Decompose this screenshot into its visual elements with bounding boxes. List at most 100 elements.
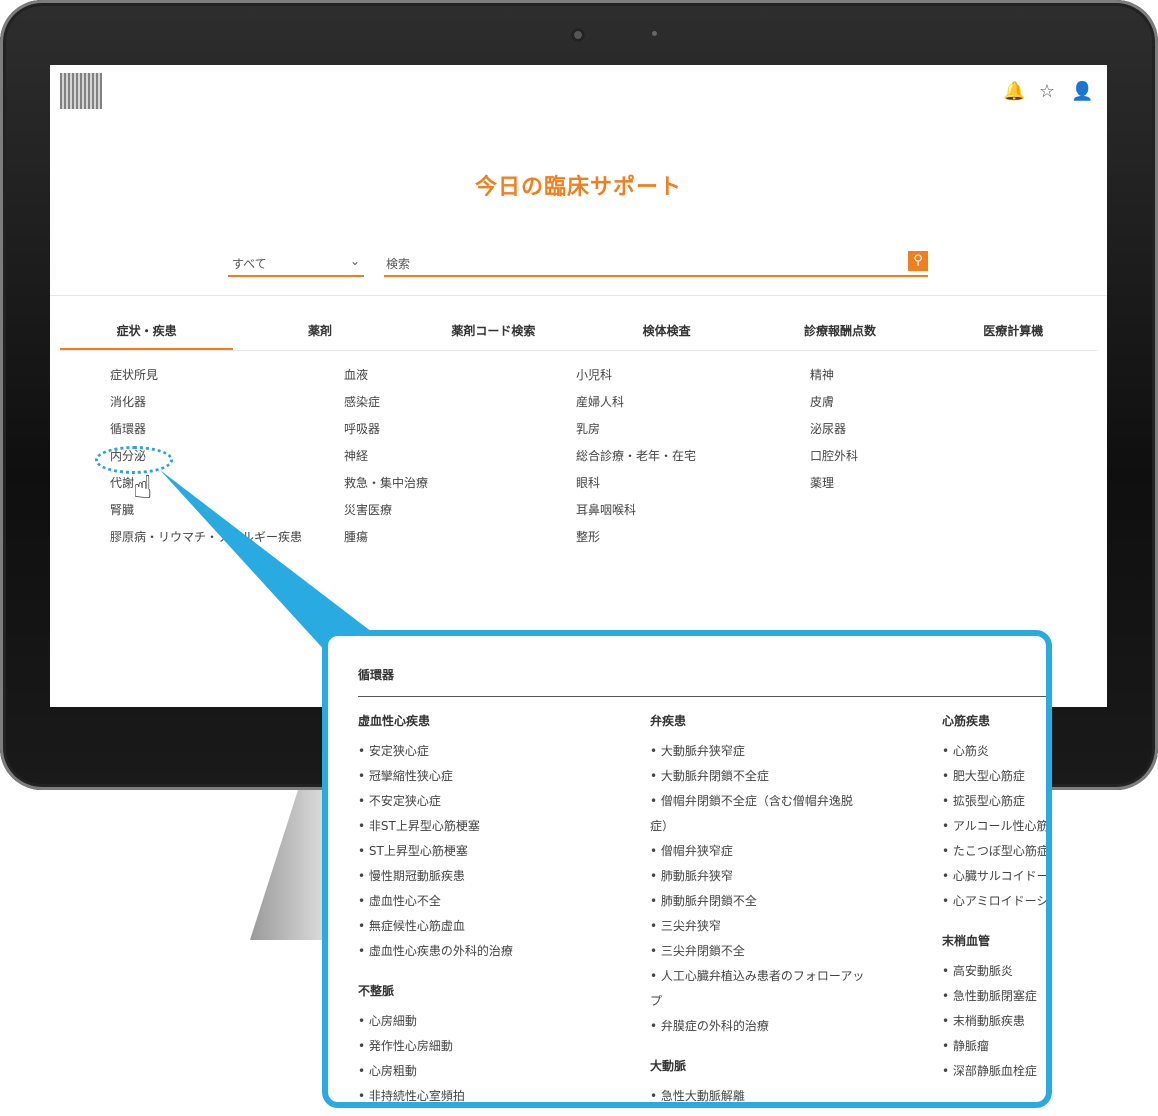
logo-icon[interactable]: [60, 73, 102, 109]
category-link[interactable]: 総合診療・老年・在宅: [576, 448, 806, 475]
category-link[interactable]: 循環器: [110, 421, 340, 448]
callout-column-3: 心筋疾患 • 心筋炎 • 肥大型心筋症 • 拡張型心筋症 • アルコール性心筋症…: [942, 712, 1046, 1084]
list-item[interactable]: • 末梢動脈疾患: [942, 1009, 1046, 1034]
tab-symptoms-diseases[interactable]: 症状・疾患: [60, 320, 234, 350]
category-link[interactable]: 災害医療: [344, 502, 574, 529]
app-title: 今日の臨床サポート: [474, 175, 682, 200]
tab-lab-tests[interactable]: 検体検査: [580, 320, 753, 350]
sensor-dot: [652, 31, 657, 36]
scope-selected-label: すべて: [232, 257, 267, 271]
category-link[interactable]: 整形: [576, 529, 806, 556]
section-heading: 心筋疾患: [942, 714, 991, 728]
chevron-down-icon: ⌄: [349, 254, 360, 268]
search-button[interactable]: ⚲: [908, 251, 928, 271]
category-column-4: 精神 皮膚 泌尿器 口腔外科 薬理: [810, 367, 1040, 502]
list-item[interactable]: • 心筋炎: [942, 739, 1046, 764]
category-link[interactable]: 泌尿器: [810, 421, 1040, 448]
section-heading: 弁疾患: [650, 714, 687, 728]
list-item[interactable]: • 心房細動: [358, 1009, 513, 1034]
star-icon[interactable]: ☆: [1037, 81, 1057, 102]
list-item[interactable]: • 非ST上昇型心筋梗塞: [358, 814, 513, 839]
scope-select[interactable]: すべて ⌄: [228, 251, 364, 277]
list-item[interactable]: • 心房粗動: [358, 1059, 513, 1084]
app-screen: 🔔 ☆ 👤 今日の臨床サポート すべて ⌄ 検索 ⚲ 症状・疾患 薬剤 薬剤コー…: [50, 65, 1107, 707]
category-link[interactable]: 精神: [810, 367, 1040, 394]
user-icon[interactable]: 👤: [1071, 81, 1093, 102]
search-input[interactable]: 検索 ⚲: [384, 251, 928, 277]
divider: [358, 696, 1046, 697]
list-item[interactable]: • 安定狭心症: [358, 739, 513, 764]
list-item[interactable]: • 肺動脈弁狭窄: [650, 864, 870, 889]
list-item[interactable]: • 肺動脈弁閉鎖不全: [650, 889, 870, 914]
list-item[interactable]: • 心臓サルコイドーシス: [942, 864, 1046, 889]
category-link[interactable]: 症状所見: [110, 367, 340, 394]
tab-drugs[interactable]: 薬剤: [233, 320, 406, 350]
list-item[interactable]: • 虚血性心疾患の外科的治療: [358, 939, 513, 964]
list-item[interactable]: • 僧帽弁狭窄症: [650, 839, 870, 864]
category-link[interactable]: 神経: [344, 448, 574, 475]
list-item[interactable]: • 冠攣縮性狭心症: [358, 764, 513, 789]
category-link[interactable]: 腎臓: [110, 502, 340, 529]
hand-cursor-icon: ☝: [133, 468, 153, 506]
section-heading: 虚血性心疾患: [358, 714, 431, 728]
list-item[interactable]: • ST上昇型心筋梗塞: [358, 839, 513, 864]
category-link[interactable]: 産婦人科: [576, 394, 806, 421]
list-item[interactable]: • たこつぼ型心筋症: [942, 839, 1046, 864]
list-item[interactable]: • 三尖弁狭窄: [650, 914, 870, 939]
list-item[interactable]: • 弁膜症の外科的治療: [650, 1014, 870, 1039]
category-link[interactable]: 感染症: [344, 394, 574, 421]
search-bar: すべて ⌄ 検索 ⚲: [228, 251, 928, 277]
category-link[interactable]: 乳房: [576, 421, 806, 448]
list-item[interactable]: • 高安動脈炎: [942, 959, 1046, 984]
list-item[interactable]: • 深部静脈血栓症: [942, 1059, 1046, 1084]
tab-drug-code-search[interactable]: 薬剤コード検索: [407, 320, 580, 350]
category-link[interactable]: 血液: [344, 367, 574, 394]
list-item[interactable]: • 拡張型心筋症: [942, 789, 1046, 814]
search-placeholder: 検索: [386, 257, 411, 271]
list-item[interactable]: • アルコール性心筋症: [942, 814, 1046, 839]
list-item[interactable]: • 大動脈弁閉鎖不全症: [650, 764, 870, 789]
category-link[interactable]: 眼科: [576, 475, 806, 502]
category-link[interactable]: 救急・集中治療: [344, 475, 574, 502]
category-link[interactable]: 口腔外科: [810, 448, 1040, 475]
list-item[interactable]: • 三尖弁閉鎖不全: [650, 939, 870, 964]
tab-bar: 症状・疾患 薬剤 薬剤コード検索 検体検査 診療報酬点数 医療計算機: [60, 320, 1100, 350]
tab-medical-calculator[interactable]: 医療計算機: [927, 320, 1100, 350]
category-link[interactable]: 消化器: [110, 394, 340, 421]
category-link[interactable]: 耳鼻咽喉科: [576, 502, 806, 529]
category-link[interactable]: 皮膚: [810, 394, 1040, 421]
callout-content: 循環器 虚血性心疾患 • 安定狭心症 • 冠攣縮性狭心症 • 不安定狭心症 • …: [358, 666, 1046, 1102]
list-item[interactable]: • 肥大型心筋症: [942, 764, 1046, 789]
list-item[interactable]: • 人工心臓弁植込み患者のフォローアップ: [650, 964, 870, 1014]
list-item[interactable]: • 急性動脈閉塞症: [942, 984, 1046, 1009]
list-item[interactable]: • 無症候性心筋虚血: [358, 914, 513, 939]
list-item[interactable]: • 心アミロイドーシス: [942, 889, 1046, 914]
bell-icon[interactable]: 🔔: [1003, 81, 1025, 102]
list-item[interactable]: • 虚血性心不全: [358, 889, 513, 914]
list-item[interactable]: • 慢性期冠動脈疾患: [358, 864, 513, 889]
callout-title: 循環器: [358, 668, 395, 682]
list-item[interactable]: • 非持続性心室頻拍: [358, 1084, 513, 1102]
category-column-3: 小児科 産婦人科 乳房 総合診療・老年・在宅 眼科 耳鼻咽喉科 整形: [576, 367, 806, 556]
category-link[interactable]: 呼吸器: [344, 421, 574, 448]
category-link[interactable]: 腫瘍: [344, 529, 574, 556]
section-heading: 不整脈: [358, 984, 395, 998]
category-link[interactable]: 薬理: [810, 475, 1040, 502]
list-item[interactable]: • 発作性心房細動: [358, 1034, 513, 1059]
list-item[interactable]: • 不安定狭心症: [358, 789, 513, 814]
list-item[interactable]: • 急性大動脈解離: [650, 1084, 870, 1102]
section-heading: 大動脈: [650, 1059, 687, 1073]
header-icons: 🔔 ☆ 👤: [1003, 81, 1093, 102]
webcam: [571, 28, 585, 42]
section-heading: 末梢血管: [942, 934, 991, 948]
category-link[interactable]: 小児科: [576, 367, 806, 394]
divider: [50, 295, 1107, 296]
callout-panel: 循環器 虚血性心疾患 • 安定狭心症 • 冠攣縮性狭心症 • 不安定狭心症 • …: [322, 630, 1052, 1108]
list-item[interactable]: • 大動脈弁狭窄症: [650, 739, 870, 764]
category-link[interactable]: 膠原病・リウマチ・アレルギー疾患: [110, 529, 340, 556]
tab-fee-points[interactable]: 診療報酬点数: [753, 320, 926, 350]
list-item[interactable]: • 僧帽弁閉鎖不全症（含む僧帽弁逸脱症）: [650, 789, 870, 839]
callout-column-1: 虚血性心疾患 • 安定狭心症 • 冠攣縮性狭心症 • 不安定狭心症 • 非ST上…: [358, 712, 513, 1102]
category-column-2: 血液 感染症 呼吸器 神経 救急・集中治療 災害医療 腫瘍: [344, 367, 574, 556]
list-item[interactable]: • 静脈瘤: [942, 1034, 1046, 1059]
